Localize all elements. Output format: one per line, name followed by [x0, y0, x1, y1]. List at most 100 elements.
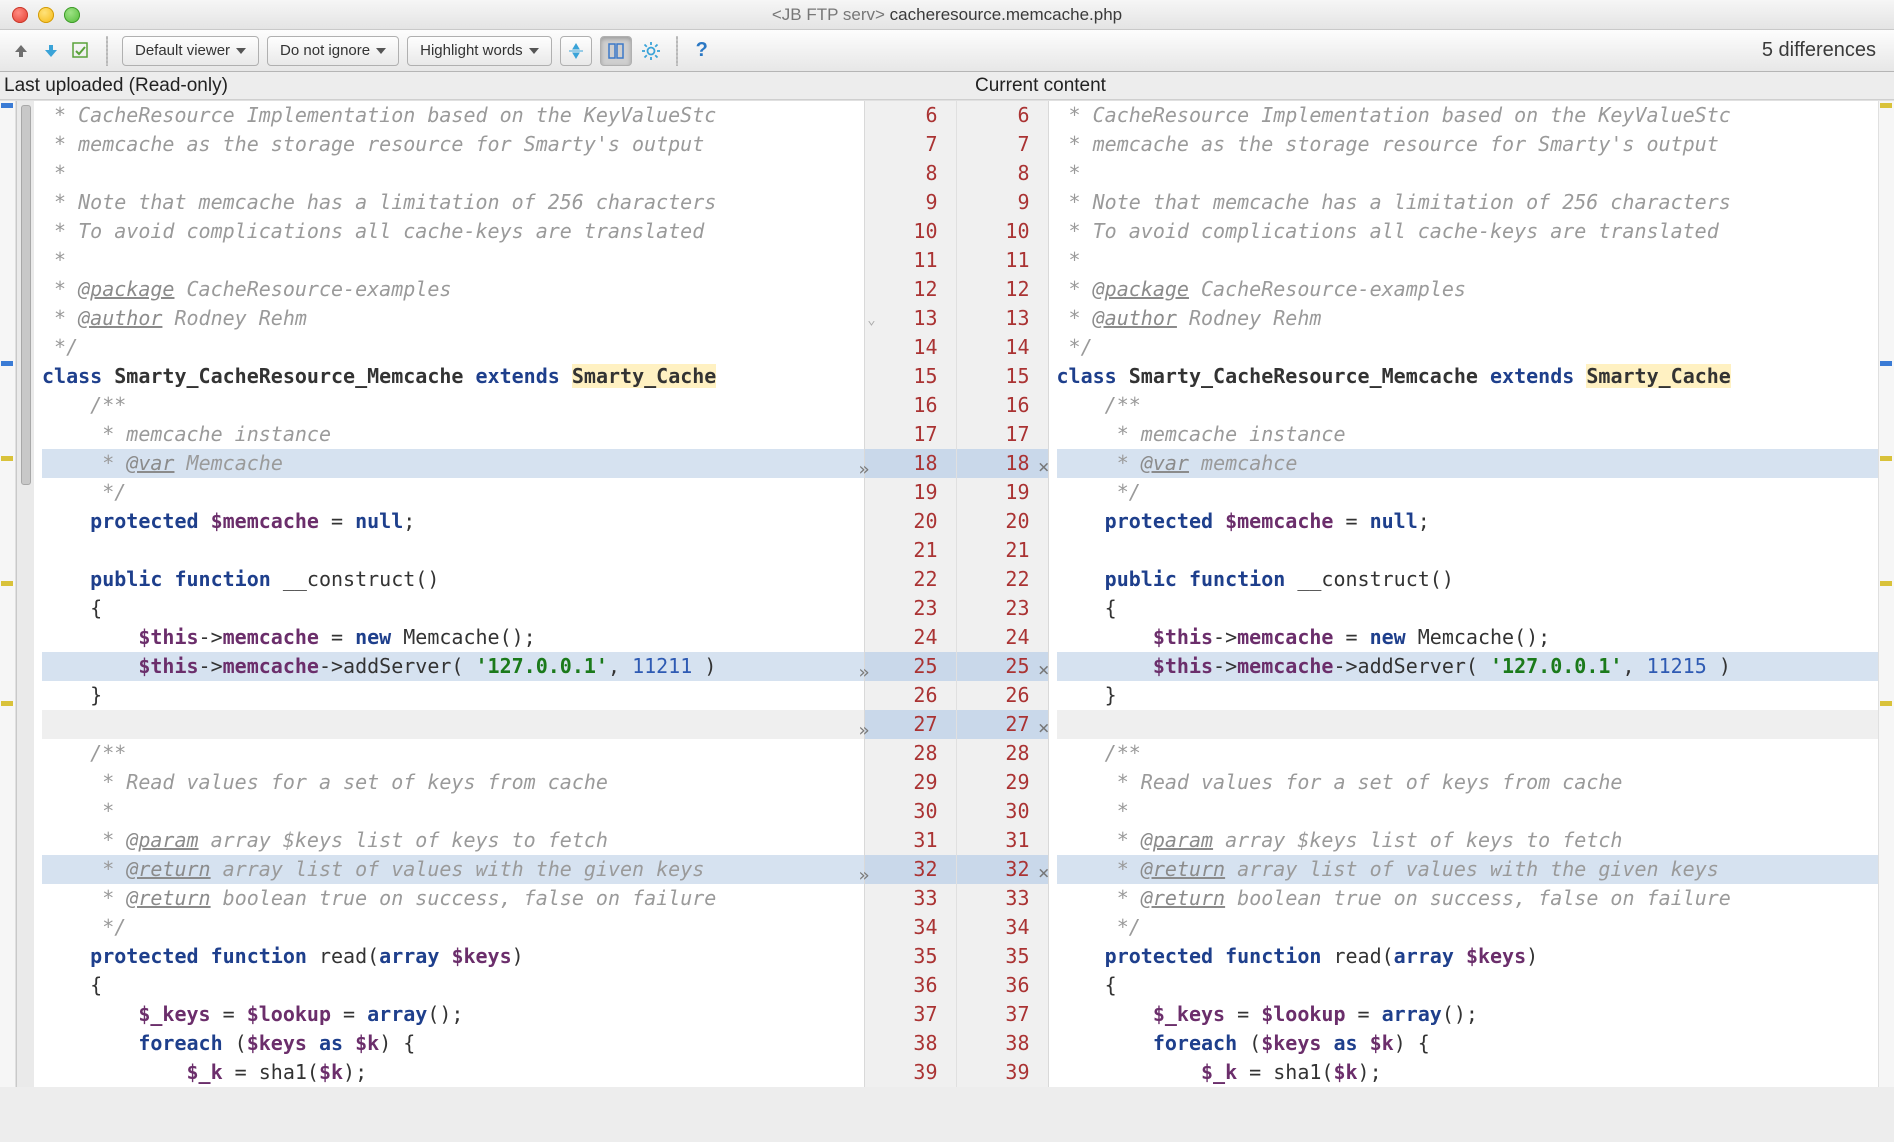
left-editor[interactable]: * CacheResource Implementation based on … — [34, 101, 864, 1087]
code-line[interactable]: * — [42, 797, 864, 826]
code-line[interactable]: */ — [1057, 478, 1879, 507]
viewer-dropdown[interactable]: Default viewer — [122, 36, 259, 66]
code-line[interactable]: } — [1057, 681, 1879, 710]
code-line[interactable]: * — [1057, 797, 1879, 826]
code-line[interactable]: $_k = sha1($k); — [1057, 1058, 1879, 1087]
code-line[interactable]: * @return boolean true on success, false… — [1057, 884, 1879, 913]
zoom-icon[interactable] — [64, 7, 80, 23]
code-line[interactable]: /** — [1057, 391, 1879, 420]
code-line[interactable]: $_keys = $lookup = array(); — [1057, 1000, 1879, 1029]
code-line[interactable]: * CacheResource Implementation based on … — [1057, 101, 1879, 130]
code-line[interactable]: * Note that memcache has a limitation of… — [1057, 188, 1879, 217]
next-diff-button[interactable] — [40, 40, 62, 62]
code-line[interactable]: * To avoid complications all cache-keys … — [1057, 217, 1879, 246]
code-line[interactable] — [42, 536, 864, 565]
error-stripe-marker[interactable] — [1, 103, 13, 108]
code-line[interactable]: foreach ($keys as $k) { — [42, 1029, 864, 1058]
code-line[interactable]: * Read values for a set of keys from cac… — [42, 768, 864, 797]
code-line[interactable]: * @var Memcache — [42, 449, 864, 478]
code-line[interactable]: * To avoid complications all cache-keys … — [42, 217, 864, 246]
error-stripe-marker[interactable] — [1, 701, 13, 706]
code-line[interactable]: * @param array $keys list of keys to fet… — [42, 826, 864, 855]
error-stripe-marker[interactable] — [1880, 581, 1892, 586]
code-line[interactable]: { — [42, 971, 864, 1000]
code-line[interactable]: foreach ($keys as $k) { — [1057, 1029, 1879, 1058]
left-scrollbar[interactable] — [16, 101, 34, 1087]
title-server: <JB FTP serv> — [772, 5, 885, 24]
code-line[interactable]: * — [42, 246, 864, 275]
error-stripe-marker[interactable] — [1880, 361, 1892, 366]
code-line[interactable]: protected function read(array $keys) — [42, 942, 864, 971]
code-line[interactable]: { — [1057, 971, 1879, 1000]
right-editor[interactable]: * CacheResource Implementation based on … — [1049, 101, 1879, 1087]
code-line[interactable]: * @author Rodney Rehm — [1057, 304, 1879, 333]
code-line[interactable] — [1057, 536, 1879, 565]
code-line[interactable]: */ — [1057, 333, 1879, 362]
right-error-stripe[interactable] — [1878, 101, 1894, 1087]
code-line[interactable]: * — [1057, 246, 1879, 275]
code-line[interactable]: * @author Rodney Rehm — [42, 304, 864, 333]
code-line[interactable] — [1057, 710, 1879, 739]
code-line[interactable]: protected $memcache = null; — [1057, 507, 1879, 536]
left-error-stripe[interactable] — [0, 101, 16, 1087]
code-line[interactable]: public function __construct() — [1057, 565, 1879, 594]
code-line[interactable]: * @return boolean true on success, false… — [42, 884, 864, 913]
collapse-unchanged-button[interactable] — [560, 36, 592, 66]
line-number: 38 — [865, 1029, 956, 1058]
error-stripe-marker[interactable] — [1, 361, 13, 366]
code-line[interactable]: * memcache as the storage resource for S… — [1057, 130, 1879, 159]
code-line[interactable]: $this->memcache = new Memcache(); — [42, 623, 864, 652]
sync-scroll-button[interactable] — [600, 36, 632, 66]
code-line[interactable]: * memcache as the storage resource for S… — [42, 130, 864, 159]
code-line[interactable]: * @return array list of values with the … — [42, 855, 864, 884]
code-line[interactable]: * Read values for a set of keys from cac… — [1057, 768, 1879, 797]
code-line[interactable]: * @package CacheResource-examples — [42, 275, 864, 304]
code-line[interactable]: { — [1057, 594, 1879, 623]
code-line[interactable]: */ — [42, 478, 864, 507]
code-line[interactable]: class Smarty_CacheResource_Memcache exte… — [42, 362, 864, 391]
code-line[interactable]: /** — [42, 739, 864, 768]
error-stripe-marker[interactable] — [1880, 701, 1892, 706]
code-line[interactable]: * Note that memcache has a limitation of… — [42, 188, 864, 217]
code-line[interactable]: public function __construct() — [42, 565, 864, 594]
code-line[interactable]: * memcache instance — [42, 420, 864, 449]
code-line[interactable]: protected $memcache = null; — [42, 507, 864, 536]
code-line[interactable] — [42, 710, 864, 739]
code-line[interactable]: { — [42, 594, 864, 623]
code-line[interactable]: * @var memcahce — [1057, 449, 1879, 478]
code-line[interactable]: * @param array $keys list of keys to fet… — [1057, 826, 1879, 855]
code-line[interactable]: /** — [1057, 739, 1879, 768]
close-icon[interactable] — [12, 7, 28, 23]
code-line[interactable]: * — [1057, 159, 1879, 188]
code-line[interactable]: * — [42, 159, 864, 188]
fold-handle-icon[interactable]: ⌄ — [865, 308, 879, 332]
error-stripe-marker[interactable] — [1880, 103, 1892, 108]
highlight-dropdown[interactable]: Highlight words — [407, 36, 552, 66]
error-stripe-marker[interactable] — [1, 581, 13, 586]
code-line[interactable]: */ — [1057, 913, 1879, 942]
code-line[interactable]: * memcache instance — [1057, 420, 1879, 449]
code-line[interactable]: $this->memcache->addServer( '127.0.0.1',… — [1057, 652, 1879, 681]
code-line[interactable]: * @package CacheResource-examples — [1057, 275, 1879, 304]
code-line[interactable]: * CacheResource Implementation based on … — [42, 101, 864, 130]
help-button[interactable]: ? — [692, 39, 712, 62]
ignore-dropdown[interactable]: Do not ignore — [267, 36, 399, 66]
apply-nonconflict-button[interactable] — [70, 40, 92, 62]
code-line[interactable]: $this->memcache = new Memcache(); — [1057, 623, 1879, 652]
settings-button[interactable] — [640, 40, 662, 62]
code-line[interactable]: protected function read(array $keys) — [1057, 942, 1879, 971]
code-line[interactable]: } — [42, 681, 864, 710]
code-line[interactable]: $_keys = $lookup = array(); — [42, 1000, 864, 1029]
code-line[interactable]: */ — [42, 913, 864, 942]
code-line[interactable]: /** — [42, 391, 864, 420]
prev-diff-button[interactable] — [10, 40, 32, 62]
error-stripe-marker[interactable] — [1880, 456, 1892, 461]
code-line[interactable]: * @return array list of values with the … — [1057, 855, 1879, 884]
line-number: 39 — [957, 1058, 1048, 1087]
code-line[interactable]: */ — [42, 333, 864, 362]
code-line[interactable]: class Smarty_CacheResource_Memcache exte… — [1057, 362, 1879, 391]
code-line[interactable]: $_k = sha1($k); — [42, 1058, 864, 1087]
minimize-icon[interactable] — [38, 7, 54, 23]
error-stripe-marker[interactable] — [1, 456, 13, 461]
code-line[interactable]: $this->memcache->addServer( '127.0.0.1',… — [42, 652, 864, 681]
